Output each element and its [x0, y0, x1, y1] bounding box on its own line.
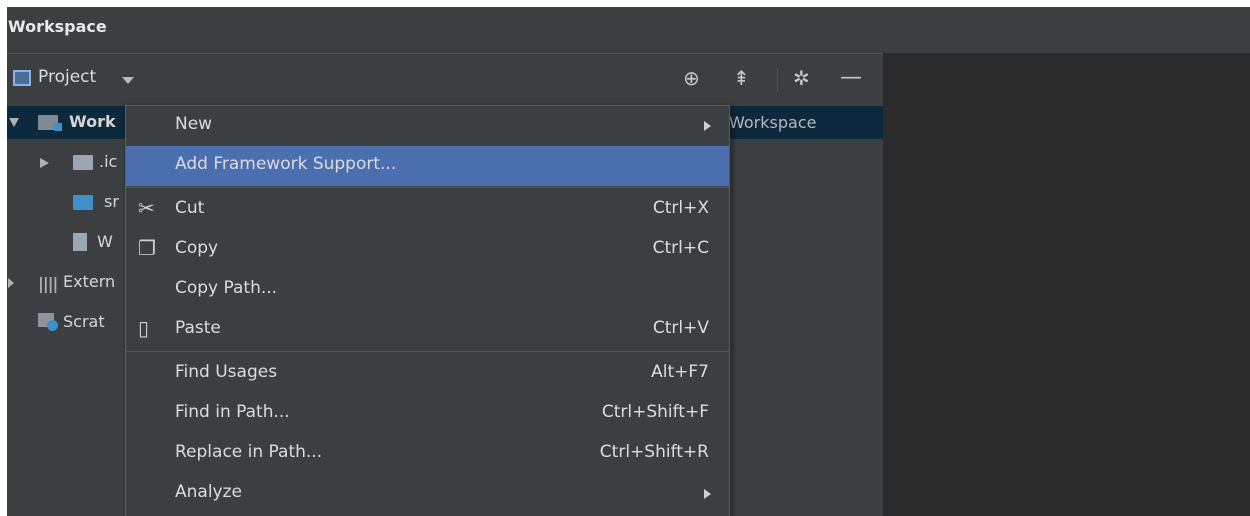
- ide-window: Workspace Project ⊕ ⇞ ✲ — Work Workspace: [7, 7, 1250, 516]
- menu-shortcut: Ctrl+V: [652, 318, 709, 338]
- menu-item-paste[interactable]: ▯ Paste Ctrl+V: [126, 310, 729, 350]
- library-icon: ||||: [38, 274, 58, 293]
- menu-shortcut: Ctrl+Shift+F: [601, 402, 709, 422]
- tree-item-label: .ic: [99, 152, 118, 171]
- menu-item-label: Analyze: [175, 482, 242, 502]
- menu-separator: [126, 351, 729, 352]
- menu-item-new[interactable]: New: [126, 106, 729, 146]
- menu-item-label: Paste: [175, 318, 221, 338]
- module-badge-icon: [54, 123, 62, 131]
- chevron-down-icon[interactable]: [122, 77, 134, 84]
- menu-shortcut: Ctrl+Shift+R: [599, 442, 709, 462]
- module-file-icon: [73, 233, 87, 251]
- tree-root-path-tail: Workspace: [729, 113, 817, 132]
- menu-item-label: New: [175, 114, 213, 134]
- expand-arrow-icon[interactable]: [40, 158, 49, 168]
- folder-icon: [73, 155, 93, 170]
- menu-item-label: Copy Path...: [175, 278, 278, 298]
- locate-icon[interactable]: ⊕: [683, 66, 700, 90]
- source-folder-icon: [73, 195, 93, 210]
- project-view-selector[interactable]: Project: [38, 67, 96, 87]
- tree-item-label: Scrat: [63, 312, 105, 331]
- paste-icon: ▯: [138, 316, 150, 340]
- menu-item-find-in-path[interactable]: Find in Path... Ctrl+Shift+F: [126, 394, 729, 434]
- gear-icon[interactable]: ✲: [793, 66, 810, 90]
- submenu-arrow-icon: [704, 489, 711, 499]
- clock-icon: [47, 320, 58, 331]
- header-divider: [777, 68, 778, 92]
- menu-separator: [126, 187, 729, 188]
- tree-item-label: W: [97, 232, 113, 251]
- project-panel-header: Project ⊕ ⇞ ✲ —: [7, 53, 883, 107]
- minimize-icon[interactable]: —: [840, 66, 862, 90]
- tree-item-label: sr: [104, 192, 119, 211]
- copy-icon: ❐: [138, 236, 156, 260]
- menu-item-find-usages[interactable]: Find Usages Alt+F7: [126, 354, 729, 394]
- menu-item-label: Find in Path...: [175, 402, 290, 422]
- menu-shortcut: Alt+F7: [651, 362, 709, 382]
- menu-item-label: Copy: [175, 238, 219, 258]
- menu-item-copy-path[interactable]: Copy Path...: [126, 270, 729, 310]
- menu-item-replace-in-path[interactable]: Replace in Path... Ctrl+Shift+R: [126, 434, 729, 474]
- context-menu: New Add Framework Support... ✂ Cut Ctrl+…: [125, 105, 730, 516]
- scissors-icon: ✂: [138, 196, 155, 220]
- tree-item-label: Extern: [63, 272, 116, 291]
- menu-shortcut: Ctrl+X: [652, 198, 709, 218]
- collapse-all-icon[interactable]: ⇞: [733, 66, 750, 90]
- expand-arrow-icon[interactable]: [9, 118, 19, 127]
- menu-item-label: Find Usages: [175, 362, 278, 382]
- menu-shortcut: Ctrl+C: [652, 238, 709, 258]
- title-bar: Workspace: [7, 7, 1250, 53]
- expand-arrow-icon[interactable]: [8, 278, 14, 288]
- window-title: Workspace: [8, 17, 107, 36]
- menu-item-label: Cut: [175, 198, 205, 218]
- menu-item-label: Replace in Path...: [175, 442, 323, 462]
- menu-item-cut[interactable]: ✂ Cut Ctrl+X: [126, 190, 729, 230]
- tree-root-label: Work: [69, 112, 116, 131]
- menu-item-copy[interactable]: ❐ Copy Ctrl+C: [126, 230, 729, 270]
- menu-item-label: Add Framework Support...: [175, 154, 397, 174]
- submenu-arrow-icon: [704, 121, 711, 131]
- project-view-icon: [13, 70, 31, 86]
- menu-item-add-framework-support[interactable]: Add Framework Support...: [126, 146, 729, 186]
- menu-item-analyze[interactable]: Analyze: [126, 474, 729, 514]
